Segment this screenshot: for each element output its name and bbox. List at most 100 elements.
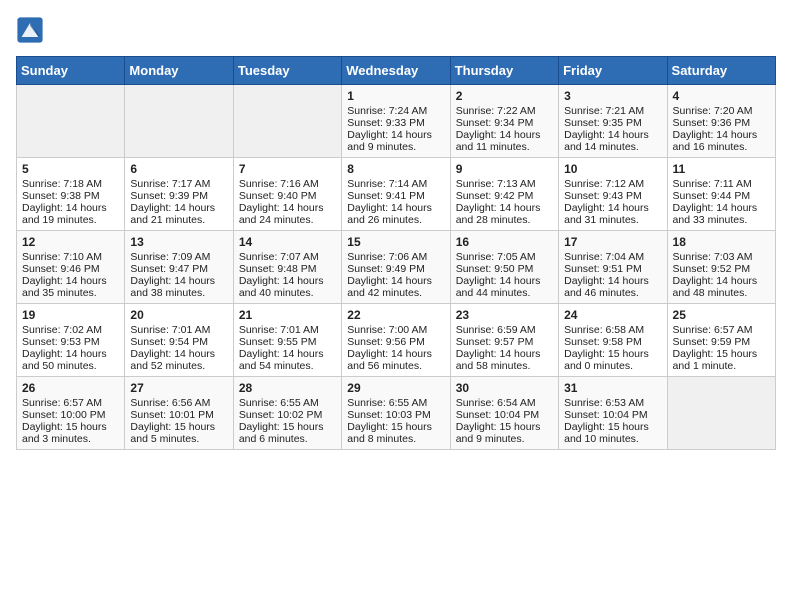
day-info-line: and 16 minutes.	[673, 141, 770, 153]
day-info-line: Sunrise: 7:02 AM	[22, 324, 119, 336]
calendar-cell: 21Sunrise: 7:01 AMSunset: 9:55 PMDayligh…	[233, 304, 341, 377]
calendar-cell	[17, 85, 125, 158]
weekday-header-saturday: Saturday	[667, 57, 775, 85]
day-info-line: and 48 minutes.	[673, 287, 770, 299]
day-info-line: Daylight: 14 hours	[347, 275, 444, 287]
calendar-cell: 2Sunrise: 7:22 AMSunset: 9:34 PMDaylight…	[450, 85, 558, 158]
day-info-line: Sunrise: 7:14 AM	[347, 178, 444, 190]
day-info-line: Sunset: 10:03 PM	[347, 409, 444, 421]
day-number: 30	[456, 381, 553, 395]
day-info-line: Daylight: 14 hours	[673, 129, 770, 141]
day-number: 2	[456, 89, 553, 103]
day-number: 22	[347, 308, 444, 322]
day-number: 26	[22, 381, 119, 395]
calendar-cell: 14Sunrise: 7:07 AMSunset: 9:48 PMDayligh…	[233, 231, 341, 304]
day-info-line: Daylight: 15 hours	[564, 421, 661, 433]
day-info-line: Sunrise: 7:07 AM	[239, 251, 336, 263]
day-info-line: Sunset: 10:04 PM	[564, 409, 661, 421]
calendar-body: 1Sunrise: 7:24 AMSunset: 9:33 PMDaylight…	[17, 85, 776, 450]
day-info-line: Sunset: 9:41 PM	[347, 190, 444, 202]
day-info-line: Sunset: 9:57 PM	[456, 336, 553, 348]
day-info-line: Sunrise: 6:59 AM	[456, 324, 553, 336]
day-info-line: Daylight: 14 hours	[22, 202, 119, 214]
day-number: 27	[130, 381, 227, 395]
day-info-line: and 19 minutes.	[22, 214, 119, 226]
day-number: 13	[130, 235, 227, 249]
day-number: 24	[564, 308, 661, 322]
day-info-line: Sunrise: 7:20 AM	[673, 105, 770, 117]
calendar-cell: 18Sunrise: 7:03 AMSunset: 9:52 PMDayligh…	[667, 231, 775, 304]
day-info-line: Sunrise: 7:04 AM	[564, 251, 661, 263]
day-info-line: Sunset: 9:49 PM	[347, 263, 444, 275]
day-info-line: Daylight: 14 hours	[564, 275, 661, 287]
calendar-cell: 8Sunrise: 7:14 AMSunset: 9:41 PMDaylight…	[342, 158, 450, 231]
calendar-cell	[667, 377, 775, 450]
calendar-cell: 30Sunrise: 6:54 AMSunset: 10:04 PMDaylig…	[450, 377, 558, 450]
day-info-line: and 9 minutes.	[456, 433, 553, 445]
calendar-cell: 5Sunrise: 7:18 AMSunset: 9:38 PMDaylight…	[17, 158, 125, 231]
calendar-cell: 16Sunrise: 7:05 AMSunset: 9:50 PMDayligh…	[450, 231, 558, 304]
day-number: 21	[239, 308, 336, 322]
day-info-line: Daylight: 15 hours	[673, 348, 770, 360]
day-info-line: Daylight: 14 hours	[130, 348, 227, 360]
day-info-line: Sunrise: 6:55 AM	[347, 397, 444, 409]
day-info-line: and 8 minutes.	[347, 433, 444, 445]
calendar-cell: 9Sunrise: 7:13 AMSunset: 9:42 PMDaylight…	[450, 158, 558, 231]
day-info-line: and 28 minutes.	[456, 214, 553, 226]
weekday-header-wednesday: Wednesday	[342, 57, 450, 85]
day-info-line: and 52 minutes.	[130, 360, 227, 372]
day-number: 7	[239, 162, 336, 176]
logo-icon	[16, 16, 44, 44]
calendar-cell: 13Sunrise: 7:09 AMSunset: 9:47 PMDayligh…	[125, 231, 233, 304]
day-info-line: and 40 minutes.	[239, 287, 336, 299]
day-info-line: Sunrise: 7:09 AM	[130, 251, 227, 263]
day-info-line: Daylight: 14 hours	[456, 129, 553, 141]
weekday-header-friday: Friday	[559, 57, 667, 85]
day-info-line: Sunset: 9:51 PM	[564, 263, 661, 275]
day-info-line: Sunset: 10:00 PM	[22, 409, 119, 421]
day-info-line: Daylight: 14 hours	[347, 348, 444, 360]
calendar-cell: 25Sunrise: 6:57 AMSunset: 9:59 PMDayligh…	[667, 304, 775, 377]
day-number: 18	[673, 235, 770, 249]
day-info-line: Sunrise: 7:10 AM	[22, 251, 119, 263]
day-info-line: Sunset: 9:50 PM	[456, 263, 553, 275]
day-number: 20	[130, 308, 227, 322]
day-info-line: Sunrise: 7:03 AM	[673, 251, 770, 263]
calendar-cell: 3Sunrise: 7:21 AMSunset: 9:35 PMDaylight…	[559, 85, 667, 158]
calendar-cell: 27Sunrise: 6:56 AMSunset: 10:01 PMDaylig…	[125, 377, 233, 450]
day-info-line: Daylight: 14 hours	[456, 202, 553, 214]
day-info-line: Daylight: 14 hours	[347, 129, 444, 141]
day-info-line: Sunrise: 7:17 AM	[130, 178, 227, 190]
calendar-table: SundayMondayTuesdayWednesdayThursdayFrid…	[16, 56, 776, 450]
calendar-cell: 7Sunrise: 7:16 AMSunset: 9:40 PMDaylight…	[233, 158, 341, 231]
calendar-cell	[233, 85, 341, 158]
day-number: 23	[456, 308, 553, 322]
calendar-cell: 23Sunrise: 6:59 AMSunset: 9:57 PMDayligh…	[450, 304, 558, 377]
day-number: 19	[22, 308, 119, 322]
day-info-line: and 21 minutes.	[130, 214, 227, 226]
day-info-line: Daylight: 15 hours	[347, 421, 444, 433]
day-info-line: Sunset: 9:52 PM	[673, 263, 770, 275]
weekday-header-monday: Monday	[125, 57, 233, 85]
day-info-line: and 31 minutes.	[564, 214, 661, 226]
day-info-line: Daylight: 14 hours	[130, 275, 227, 287]
day-info-line: and 38 minutes.	[130, 287, 227, 299]
day-number: 31	[564, 381, 661, 395]
calendar-header: SundayMondayTuesdayWednesdayThursdayFrid…	[17, 57, 776, 85]
calendar-cell: 24Sunrise: 6:58 AMSunset: 9:58 PMDayligh…	[559, 304, 667, 377]
calendar-cell: 6Sunrise: 7:17 AMSunset: 9:39 PMDaylight…	[125, 158, 233, 231]
day-info-line: and 9 minutes.	[347, 141, 444, 153]
calendar-cell: 29Sunrise: 6:55 AMSunset: 10:03 PMDaylig…	[342, 377, 450, 450]
day-number: 8	[347, 162, 444, 176]
day-info-line: Sunset: 10:02 PM	[239, 409, 336, 421]
day-info-line: Sunrise: 7:05 AM	[456, 251, 553, 263]
day-info-line: and 50 minutes.	[22, 360, 119, 372]
calendar-cell: 12Sunrise: 7:10 AMSunset: 9:46 PMDayligh…	[17, 231, 125, 304]
day-number: 5	[22, 162, 119, 176]
day-info-line: Daylight: 15 hours	[456, 421, 553, 433]
calendar-cell: 28Sunrise: 6:55 AMSunset: 10:02 PMDaylig…	[233, 377, 341, 450]
calendar-week-1: 1Sunrise: 7:24 AMSunset: 9:33 PMDaylight…	[17, 85, 776, 158]
day-info-line: and 24 minutes.	[239, 214, 336, 226]
day-number: 17	[564, 235, 661, 249]
day-info-line: Sunset: 9:55 PM	[239, 336, 336, 348]
